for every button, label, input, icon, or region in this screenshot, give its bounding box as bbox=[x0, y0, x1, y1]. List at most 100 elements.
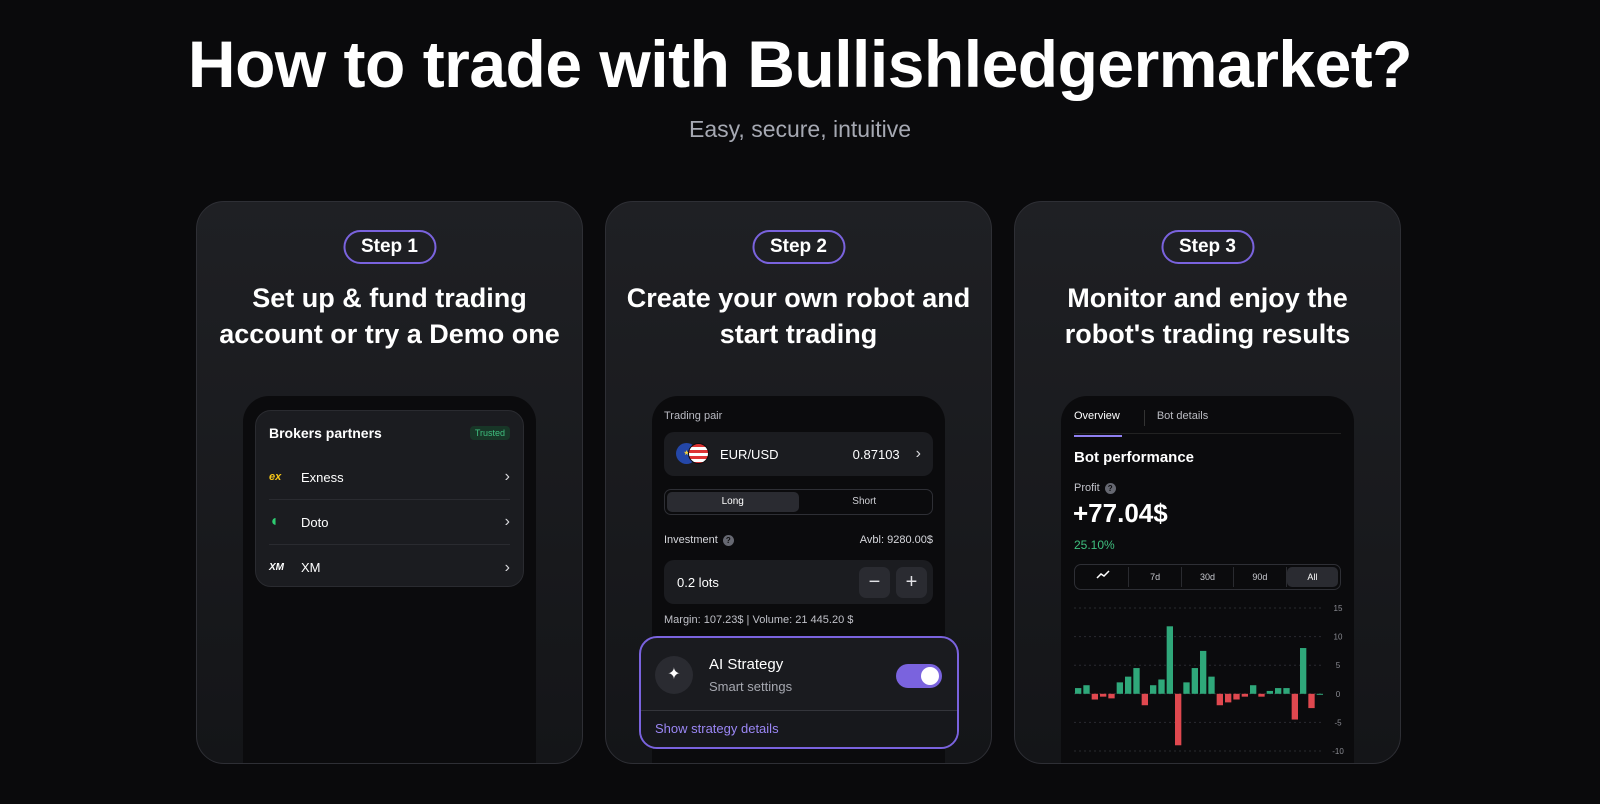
bar bbox=[1233, 693, 1240, 700]
range-7d[interactable]: 7d bbox=[1129, 567, 1182, 587]
show-strategy-details-link[interactable]: Show strategy details bbox=[641, 710, 957, 747]
trend-line-icon bbox=[1096, 570, 1110, 579]
bar bbox=[1300, 648, 1307, 694]
step-title: Monitor and enjoy the robot's trading re… bbox=[1064, 283, 1351, 349]
bar bbox=[1075, 688, 1082, 694]
doto-logo-icon: ◖ bbox=[269, 513, 279, 530]
chevron-right-icon: › bbox=[504, 468, 510, 485]
chart-type-button[interactable] bbox=[1077, 567, 1130, 587]
profit-label: Profit? bbox=[1074, 482, 1116, 494]
step-card-3: Step 3 Monitor and enjoy the robot's tra… bbox=[1014, 201, 1401, 764]
bar bbox=[1191, 668, 1198, 694]
bar bbox=[1166, 626, 1173, 694]
broker-name: Exness bbox=[301, 469, 344, 485]
broker-item-exness[interactable]: ex Exness › bbox=[269, 455, 510, 500]
broker-item-xm[interactable]: XM XM › bbox=[269, 545, 510, 590]
bar bbox=[1316, 693, 1323, 695]
available-balance: Avbl: 9280.00$ bbox=[859, 534, 933, 546]
monitor-tabs: Overview Bot details bbox=[1074, 410, 1341, 437]
performance-bar-chart: 15 10 5 0 -5 -10 bbox=[1074, 604, 1344, 756]
bar bbox=[1250, 685, 1257, 694]
ai-sparkle-icon: ✦ bbox=[655, 656, 693, 694]
step-badge: Step 2 bbox=[751, 230, 846, 264]
bar bbox=[1258, 693, 1265, 697]
y-tick-label: -5 bbox=[1334, 718, 1342, 727]
ai-strategy-card: ✦ AI Strategy Smart settings Show strate… bbox=[639, 636, 959, 749]
lots-value[interactable]: 0.2 lots bbox=[677, 575, 859, 590]
chevron-right-icon: › bbox=[915, 445, 921, 462]
lots-stepper: 0.2 lots − + bbox=[664, 560, 933, 604]
bar bbox=[1183, 682, 1190, 694]
bar bbox=[1175, 693, 1182, 746]
short-button[interactable]: Short bbox=[799, 492, 931, 512]
page-title: How to trade with Bullishledgermarket? bbox=[187, 27, 1413, 101]
phone-mockup: Overview Bot details Bot performance Pro… bbox=[1061, 396, 1354, 763]
bar bbox=[1100, 693, 1107, 697]
eur-usd-flag-icon: ★ bbox=[676, 443, 709, 465]
plus-button[interactable]: + bbox=[896, 566, 927, 598]
y-tick-label: 10 bbox=[1334, 633, 1343, 642]
range-90d[interactable]: 90d bbox=[1234, 567, 1287, 587]
tab-bot-details[interactable]: Bot details bbox=[1157, 410, 1220, 433]
bar bbox=[1216, 693, 1223, 706]
bar bbox=[1291, 693, 1298, 720]
bar bbox=[1150, 685, 1157, 694]
pair-selector[interactable]: ★ EUR/USD 0.87103 › bbox=[664, 432, 933, 476]
bar bbox=[1266, 690, 1273, 694]
bar bbox=[1091, 693, 1098, 700]
range-30d[interactable]: 30d bbox=[1182, 567, 1235, 587]
brokers-title: Brokers partners bbox=[269, 425, 382, 441]
xm-logo-icon: XM bbox=[269, 562, 284, 573]
bar bbox=[1275, 688, 1282, 694]
broker-name: XM bbox=[301, 560, 321, 575]
bar bbox=[1225, 693, 1232, 703]
help-icon[interactable]: ? bbox=[722, 534, 734, 546]
y-tick-label: 15 bbox=[1334, 604, 1343, 613]
bar bbox=[1158, 679, 1165, 694]
bar bbox=[1283, 688, 1290, 694]
step-title: Create your own robot and start trading bbox=[626, 283, 971, 349]
ai-strategy-subtitle: Smart settings bbox=[709, 679, 793, 694]
page-subtitle: Easy, secure, intuitive bbox=[688, 116, 911, 142]
help-icon[interactable]: ? bbox=[1104, 482, 1116, 494]
bar bbox=[1141, 693, 1148, 706]
ai-strategy-title: AI Strategy bbox=[709, 656, 784, 673]
pair-name: EUR/USD bbox=[720, 446, 779, 462]
bar bbox=[1083, 685, 1090, 694]
pair-label: Trading pair bbox=[664, 410, 723, 422]
y-tick-label: 0 bbox=[1336, 690, 1341, 699]
y-tick-label: 5 bbox=[1336, 661, 1341, 670]
profit-percent: 25.10% bbox=[1074, 538, 1115, 552]
ai-strategy-toggle[interactable] bbox=[896, 664, 942, 688]
step-card-1: Step 1 Set up & fund trading account or … bbox=[196, 201, 583, 764]
broker-name: Doto bbox=[301, 514, 329, 530]
step-badge: Step 3 bbox=[1160, 230, 1255, 264]
pair-price: 0.87103 bbox=[852, 446, 900, 462]
broker-item-doto[interactable]: ◖ Doto › bbox=[269, 500, 510, 545]
chevron-right-icon: › bbox=[504, 558, 510, 576]
tab-overview[interactable]: Overview bbox=[1074, 410, 1132, 437]
side-toggle: Long Short bbox=[664, 489, 933, 515]
chevron-right-icon: › bbox=[504, 513, 510, 530]
bot-performance-title: Bot performance bbox=[1074, 449, 1195, 466]
bar bbox=[1200, 650, 1207, 694]
margin-info: Margin: 107.23$ | Volume: 21 445.20 $ bbox=[664, 614, 854, 626]
bar bbox=[1125, 676, 1132, 694]
bar bbox=[1116, 682, 1123, 694]
phone-mockup: Brokers partners Trusted ex Exness › ◖ D… bbox=[243, 396, 536, 763]
y-tick-label: -10 bbox=[1332, 747, 1344, 756]
bar bbox=[1308, 693, 1315, 709]
bar bbox=[1208, 676, 1215, 694]
range-selector: 7d 30d 90d All bbox=[1074, 564, 1341, 590]
bar bbox=[1241, 693, 1248, 697]
bar bbox=[1108, 693, 1115, 699]
bar bbox=[1133, 668, 1140, 694]
profit-value: +77.04$ bbox=[1073, 498, 1168, 528]
long-button[interactable]: Long bbox=[667, 492, 799, 512]
step-badge: Step 1 bbox=[342, 230, 437, 264]
range-all[interactable]: All bbox=[1286, 567, 1339, 587]
investment-label: Investment? bbox=[664, 534, 734, 546]
minus-button[interactable]: − bbox=[859, 566, 890, 598]
brokers-panel: Brokers partners Trusted ex Exness › ◖ D… bbox=[255, 410, 524, 587]
trusted-badge: Trusted bbox=[469, 426, 510, 440]
